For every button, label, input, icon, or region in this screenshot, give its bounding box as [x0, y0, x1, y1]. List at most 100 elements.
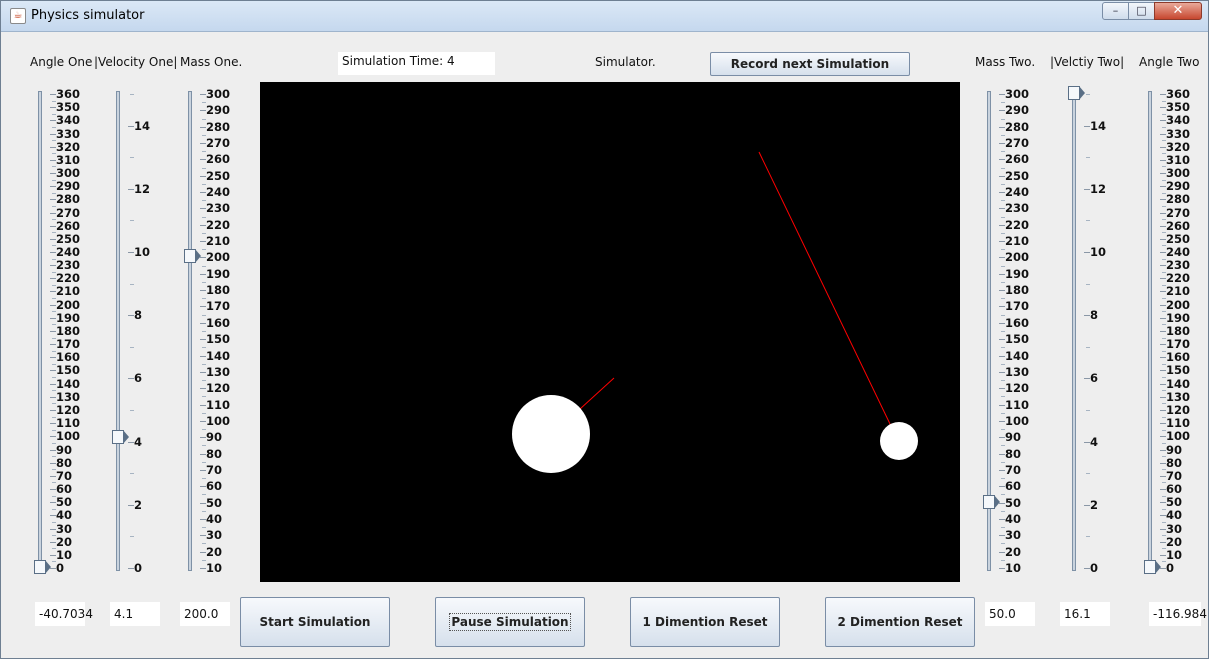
slider-tick [1086, 284, 1090, 285]
slider-tick [130, 220, 134, 221]
slider-tick-label: 360 [1166, 87, 1191, 101]
close-button[interactable]: ✕ [1154, 2, 1202, 20]
slider-tick-label: 190 [206, 267, 231, 281]
pause-simulation-button[interactable]: Pause Simulation [435, 597, 585, 647]
slider-track[interactable] [116, 91, 120, 571]
slider-tick-label: 40 [1005, 512, 1022, 526]
two-dimension-reset-button[interactable]: 2 Dimention Reset [825, 597, 975, 647]
slider-tick-label: 40 [56, 508, 73, 522]
slider-tick-label: 50 [1166, 495, 1183, 509]
slider-tick-label: 8 [134, 308, 143, 322]
slider-tick-label: 30 [206, 528, 223, 542]
slider-tick-label: 130 [1166, 390, 1191, 404]
slider-track[interactable] [188, 91, 192, 571]
start-simulation-button[interactable]: Start Simulation [240, 597, 390, 647]
velocity-one-field[interactable]: 4.1 [110, 602, 160, 626]
slider-tick [130, 536, 134, 537]
slider-tick-label: 180 [1005, 283, 1030, 297]
slider-tick-label: 210 [56, 284, 81, 298]
slider-tick-label: 200 [1166, 298, 1191, 312]
slider-track[interactable] [1148, 91, 1152, 571]
slider-tick-label: 250 [1005, 169, 1030, 183]
angle-two-field[interactable]: -116.984 [1149, 602, 1207, 626]
slider-tick-label: 100 [1005, 414, 1030, 428]
mass-one-slider[interactable]: 10 20 30 40 50 60 70 80 90 100 110 120 130 140 150 160 1… [184, 88, 239, 577]
slider-tick-label: 260 [1005, 152, 1030, 166]
java-cup-icon: ☕ [10, 8, 26, 24]
slider-tick [1001, 543, 1005, 544]
simulation-canvas[interactable] [260, 82, 960, 582]
maximize-button[interactable]: □ [1128, 2, 1155, 20]
angle-one-label: Angle One [30, 55, 93, 69]
angle-two-label: Angle Two [1139, 55, 1200, 69]
slider-tick-label: 120 [56, 403, 81, 417]
velocity-two-slider[interactable]: 0 2 4 6 8 10 12 14 [1068, 86, 1123, 577]
mass-two-field[interactable]: 50.0 [985, 602, 1035, 626]
slider-tick-label: 0 [134, 561, 143, 575]
slider-tick-label: 120 [206, 381, 231, 395]
slider-tick-label: 6 [1090, 371, 1099, 385]
slider-tick-label: 110 [56, 416, 81, 430]
slider-track[interactable] [1072, 91, 1076, 571]
slider-tick-label: 190 [1166, 311, 1191, 325]
slider-tick-label: 260 [206, 152, 231, 166]
slider-tick-label: 210 [1005, 234, 1030, 248]
slider-tick-label: 160 [1005, 316, 1030, 330]
slider-tick-label: 130 [1005, 365, 1030, 379]
slider-tick-label: 130 [206, 365, 231, 379]
slider-tick-label: 20 [56, 535, 73, 549]
mass-two-slider[interactable]: 10 20 30 40 50 60 70 80 90 100 110 120 130 140 150 160 1… [983, 88, 1038, 577]
slider-tick-label: 30 [56, 522, 73, 536]
slider-tick-label: 290 [1166, 179, 1191, 193]
mass-two-label: Mass Two. [975, 55, 1036, 69]
slider-tick [202, 494, 206, 495]
slider-tick-label: 60 [206, 479, 223, 493]
slider-tick [1086, 157, 1090, 158]
mass-one-field[interactable]: 200.0 [180, 602, 230, 626]
slider-tick-label: 170 [206, 299, 231, 313]
slider-tick-label: 180 [206, 283, 231, 297]
velocity-one-slider[interactable]: 0 2 4 6 8 10 12 14 [112, 89, 167, 577]
angle-one-field[interactable]: -40.7034 [35, 602, 93, 626]
slider-tick-label: 70 [56, 469, 73, 483]
slider-tick [1086, 410, 1090, 411]
slider-track[interactable] [38, 91, 42, 571]
slider-tick-label: 340 [1166, 113, 1191, 127]
slider-tick [130, 410, 134, 411]
title-bar[interactable]: ☕ Physics simulator – □ ✕ [1, 1, 1208, 32]
slider-tick-label: 300 [1166, 166, 1191, 180]
velocity-two-label: |Velctiy Two| [1050, 55, 1125, 69]
ball-one [512, 395, 590, 473]
slider-tick-label: 310 [1166, 153, 1191, 167]
slider-tick-label: 160 [56, 350, 81, 364]
slider-tick-label: 150 [56, 363, 81, 377]
one-dimension-reset-button[interactable]: 1 Dimention Reset [630, 597, 780, 647]
slider-tick [1086, 536, 1090, 537]
slider-tick-label: 70 [206, 463, 223, 477]
slider-tick-label: 350 [1166, 100, 1191, 114]
angle-two-slider[interactable]: 0 10 20 30 40 50 60 70 80 90 100 110 120 130 140 150 160… [1144, 87, 1199, 577]
slider-tick-label: 270 [1166, 206, 1191, 220]
slider-tick [1001, 347, 1005, 348]
slider-tick-label: 2 [1090, 498, 1099, 512]
slider-tick-label: 240 [56, 245, 81, 259]
slider-tick-label: 290 [206, 103, 231, 117]
slider-tick-label: 30 [1166, 522, 1183, 536]
slider-tick-label: 10 [206, 561, 223, 575]
slider-tick-label: 350 [56, 100, 81, 114]
slider-tick [202, 543, 206, 544]
slider-tick-label: 4 [1090, 435, 1099, 449]
slider-tick [1086, 473, 1090, 474]
slider-tick-label: 80 [206, 447, 223, 461]
slider-tick-label: 10 [56, 548, 73, 562]
slider-tick-label: 80 [1166, 456, 1183, 470]
slider-tick [1001, 494, 1005, 495]
angle-one-slider[interactable]: 0 10 20 30 40 50 60 70 80 90 100 110 120 130 140 150 160… [34, 88, 89, 577]
minimize-button[interactable]: – [1102, 2, 1129, 20]
slider-tick [1001, 396, 1005, 397]
slider-tick-label: 220 [56, 271, 81, 285]
slider-tick-label: 0 [1090, 561, 1099, 575]
record-next-simulation-button[interactable]: Record next Simulation [710, 52, 910, 76]
slider-tick-label: 70 [1005, 463, 1022, 477]
velocity-two-field[interactable]: 16.1 [1060, 602, 1110, 626]
